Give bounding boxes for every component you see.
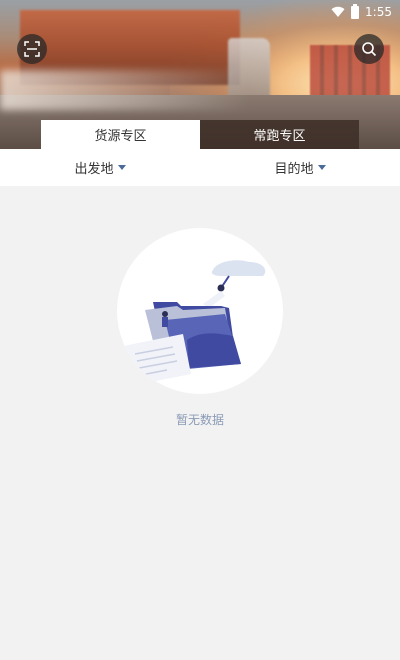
scan-button[interactable] — [17, 34, 47, 64]
scan-icon — [24, 41, 40, 57]
destination-filter[interactable]: 目的地 — [200, 149, 400, 186]
search-button[interactable] — [354, 34, 384, 64]
status-time: 1:55 — [365, 5, 392, 19]
empty-state-message: 暂无数据 — [175, 413, 224, 427]
banner-motion-blur — [0, 70, 250, 110]
caret-down-icon — [317, 165, 326, 170]
caret-down-icon — [117, 165, 126, 170]
tab-goods-source[interactable]: 货源专区 — [41, 120, 200, 149]
filter-bar: 出发地 目的地 — [0, 149, 400, 186]
wifi-icon — [331, 6, 345, 17]
tab-regular-routes[interactable]: 常跑专区 — [200, 120, 359, 149]
destination-filter-label: 目的地 — [274, 162, 314, 177]
battery-icon — [351, 3, 360, 19]
empty-illustration — [117, 228, 283, 394]
search-icon — [362, 42, 377, 57]
empty-folder-illustration — [123, 260, 266, 386]
status-bar: 1:55 — [331, 3, 392, 21]
header-banner: 1:55 货源专区 常跑专区 — [0, 0, 400, 149]
zone-tabs: 货源专区 常跑专区 — [41, 120, 359, 149]
origin-filter[interactable]: 出发地 — [0, 149, 200, 186]
origin-filter-label: 出发地 — [74, 162, 114, 177]
